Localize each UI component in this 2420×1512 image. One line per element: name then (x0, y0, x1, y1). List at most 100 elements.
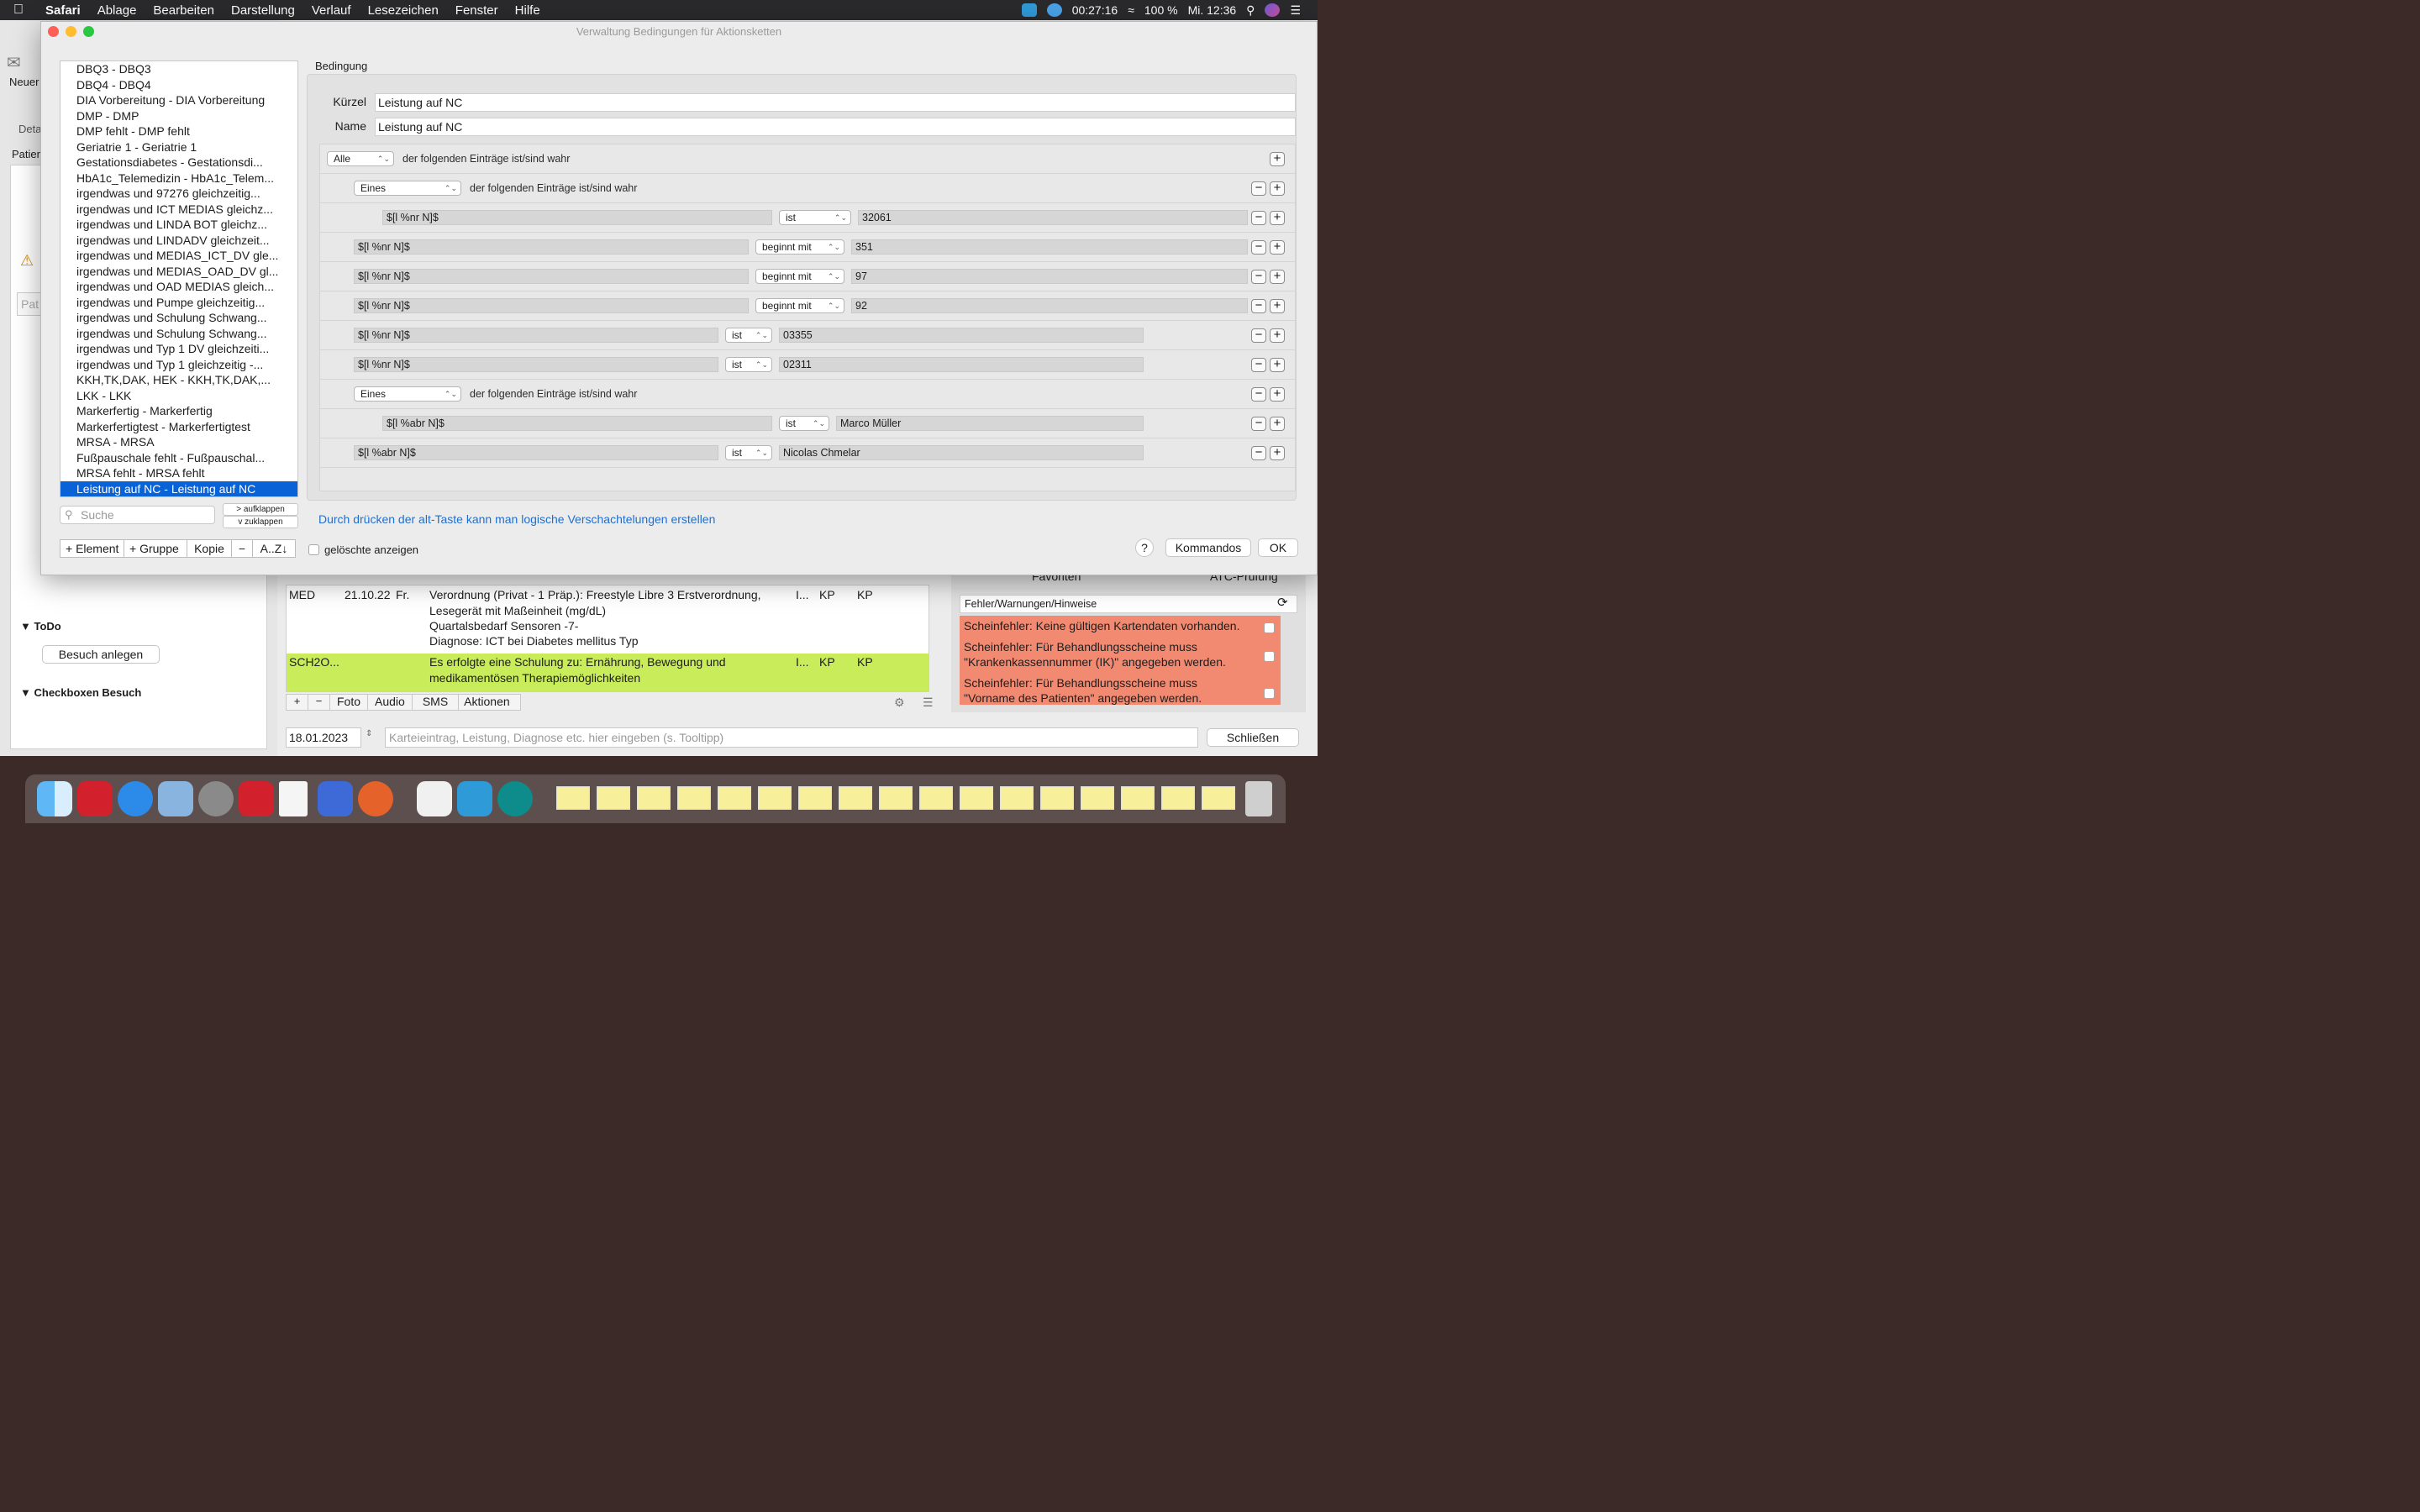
firefox-icon[interactable] (358, 781, 393, 816)
warning-3-checkbox[interactable] (1264, 688, 1275, 699)
operator-popup[interactable]: beginnt mit ⌃⌄ (755, 239, 844, 255)
condition-list-item[interactable]: Gestationsdiabetes - Gestationsdi... (60, 155, 297, 171)
condition-list-item[interactable]: DMP fehlt - DMP fehlt (60, 123, 297, 139)
operator-popup[interactable]: ist ⌃⌄ (779, 210, 851, 225)
menu-app-name[interactable]: Safari (37, 3, 89, 18)
remove-rule-button[interactable]: − (1251, 446, 1266, 460)
add-entry-icon[interactable]: + (287, 695, 308, 710)
numbers-icon[interactable] (417, 781, 452, 816)
condition-list-item[interactable]: irgendwas und ICT MEDIAS gleichz... (60, 202, 297, 218)
condition-list-item[interactable]: DBQ3 - DBQ3 (60, 61, 297, 77)
remove-rule-button[interactable]: − (1251, 417, 1266, 431)
operator-popup[interactable]: ist ⌃⌄ (725, 357, 772, 372)
add-rule-button[interactable]: + (1270, 240, 1285, 255)
tomedo-icon[interactable] (77, 781, 113, 816)
condition-field[interactable]: $[l %nr N]$ (354, 269, 749, 284)
menu-item-fenster[interactable]: Fenster (447, 3, 507, 18)
menu-item-darstellung[interactable]: Darstellung (223, 3, 303, 18)
safari-icon[interactable] (118, 781, 153, 816)
name-input[interactable]: Leistung auf NC (375, 118, 1296, 136)
condition-field[interactable]: $[l %nr N]$ (354, 357, 718, 372)
list-format-icon[interactable]: ☰ (923, 696, 934, 710)
condition-field[interactable]: $[l %abr N]$ (382, 416, 772, 431)
minimized-window-thumbnail[interactable] (1202, 786, 1235, 810)
add-rule-button[interactable]: + (1270, 270, 1285, 284)
condition-list-item[interactable]: irgendwas und Schulung Schwang... (60, 310, 297, 326)
condition-value[interactable]: 32061 (858, 210, 1248, 225)
condition-value[interactable]: 97 (851, 269, 1248, 284)
add-rule-button[interactable]: + (1270, 181, 1285, 196)
copy-button[interactable]: Kopie (187, 539, 232, 558)
add-rule-button[interactable]: + (1270, 328, 1285, 343)
notification-center-icon[interactable]: ☰ (1290, 3, 1301, 18)
condition-list-item[interactable]: irgendwas und Typ 1 DV gleichzeiti... (60, 341, 297, 357)
condition-value[interactable]: Nicolas Chmelar (779, 445, 1144, 460)
list-search-input[interactable]: Suche (60, 506, 215, 524)
messages-icon[interactable] (318, 781, 353, 816)
remove-rule-button[interactable]: − (1251, 181, 1266, 196)
condition-list-item[interactable]: irgendwas und Pumpe gleichzeitig... (60, 295, 297, 311)
battery-time[interactable]: 00:27:16 (1072, 3, 1118, 17)
minimized-window-thumbnail[interactable] (798, 786, 832, 810)
condition-list-item[interactable]: Markerfertig - Markerfertig (60, 403, 297, 419)
minimized-window-thumbnail[interactable] (1121, 786, 1155, 810)
condition-list-item[interactable]: Leistung auf NC - Leistung auf NC (60, 480, 297, 496)
minimized-window-thumbnail[interactable] (677, 786, 711, 810)
condition-list-item[interactable]: Fußpauschale fehlt - Fußpauschal... (60, 450, 297, 466)
preview-icon[interactable] (158, 781, 193, 816)
date-field[interactable]: 18.01.2023 (286, 727, 361, 748)
add-group-button[interactable]: + Gruppe (124, 539, 187, 558)
operator-popup[interactable]: ist ⌃⌄ (725, 445, 772, 460)
warning-2-checkbox[interactable] (1264, 651, 1275, 662)
add-element-button[interactable]: + Element (60, 539, 124, 558)
collapse-button[interactable]: v zuklappen (223, 516, 298, 528)
condition-list-item[interactable]: irgendwas und LINDA BOT gleichz... (60, 217, 297, 233)
condition-list-item[interactable]: irgendwas und OAD MEDIAS gleich... (60, 279, 297, 295)
heart-app-icon[interactable] (457, 781, 492, 816)
add-rule-button[interactable]: + (1270, 417, 1285, 431)
condition-value[interactable]: 92 (851, 298, 1248, 313)
condition-list-item[interactable]: LKK - LKK (60, 388, 297, 404)
expand-button[interactable]: > aufklappen (223, 503, 298, 516)
gear-icon[interactable]: ⚙ (894, 696, 905, 710)
condition-value[interactable]: 02311 (779, 357, 1144, 372)
remove-rule-button[interactable]: − (1251, 240, 1266, 255)
remove-rule-button[interactable]: − (1251, 270, 1266, 284)
siri-icon[interactable] (1265, 3, 1281, 17)
minimized-window-thumbnail[interactable] (597, 786, 630, 810)
menu-item-verlauf[interactable]: Verlauf (303, 3, 360, 18)
add-rule-button[interactable]: + (1270, 358, 1285, 372)
finder-icon[interactable] (37, 781, 72, 816)
remove-entry-icon[interactable]: − (308, 695, 330, 710)
menu-item-hilfe[interactable]: Hilfe (507, 3, 549, 18)
minimized-window-thumbnail[interactable] (1040, 786, 1074, 810)
minimized-window-thumbnail[interactable] (839, 786, 872, 810)
eset-icon[interactable] (497, 781, 533, 816)
menu-item-bearbeiten[interactable]: Bearbeiten (145, 3, 223, 18)
minimized-window-thumbnail[interactable] (1000, 786, 1034, 810)
sort-button[interactable]: A..Z↓ (252, 539, 296, 558)
wifi-icon[interactable]: ≈ (1128, 3, 1134, 17)
add-rule-button[interactable]: + (1270, 152, 1285, 166)
condition-field[interactable]: $[l %nr N]$ (382, 210, 772, 225)
minimized-window-thumbnail[interactable] (718, 786, 751, 810)
visit-button[interactable]: Besuch anlegen (42, 645, 160, 664)
system-preferences-icon[interactable] (198, 781, 234, 816)
entry-input[interactable]: Karteieintrag, Leistung, Diagnose etc. h… (385, 727, 1198, 748)
operator-popup[interactable]: ist ⌃⌄ (725, 328, 772, 343)
tomedo-server-icon[interactable] (239, 781, 274, 816)
remove-rule-button[interactable]: − (1251, 211, 1266, 225)
operator-popup[interactable]: beginnt mit ⌃⌄ (755, 298, 844, 313)
condition-value[interactable]: 03355 (779, 328, 1144, 343)
minimized-window-thumbnail[interactable] (1081, 786, 1114, 810)
window-close-button[interactable] (48, 26, 59, 37)
minimized-window-thumbnail[interactable] (919, 786, 953, 810)
condition-field[interactable]: $[l %nr N]$ (354, 328, 718, 343)
condition-list-item[interactable]: KKH,TK,DAK, HEK - KKH,TK,DAK,... (60, 372, 297, 388)
condition-list-item[interactable]: MRSA - MRSA (60, 434, 297, 450)
condition-list-item[interactable]: DBQ4 - DBQ4 (60, 77, 297, 93)
remove-rule-button[interactable]: − (1251, 299, 1266, 313)
remove-rule-button[interactable]: − (1251, 358, 1266, 372)
document-icon[interactable] (279, 781, 308, 816)
toolbar-details-label[interactable]: Deta (18, 123, 41, 135)
